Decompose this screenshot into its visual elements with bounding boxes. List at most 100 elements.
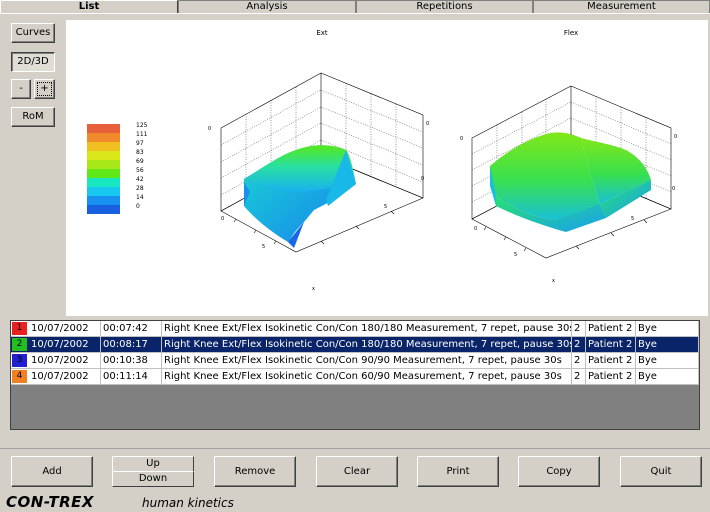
time-cell: 00:08:17 <box>101 337 162 352</box>
view-2d3d-button[interactable]: 2D/3D <box>11 52 55 72</box>
measurement-list[interactable]: 1 10/07/2002 00:07:42 Right Knee Ext/Flex I… <box>10 320 700 430</box>
legend-tick-label: 42 <box>136 176 144 183</box>
up-button[interactable]: Up <box>112 456 194 472</box>
legend-swatch <box>87 124 120 133</box>
doctor-cell: Bye <box>636 337 699 352</box>
quit-button[interactable]: Quit <box>620 456 702 487</box>
ext-chart-title: Ext <box>316 29 328 37</box>
time-cell: 00:11:14 <box>101 369 162 384</box>
date-cell: 10/07/2002 <box>29 321 101 336</box>
row-color-marker: 3 <box>12 354 27 367</box>
flex-z-tick: 0 <box>460 136 463 142</box>
brand-logo: CON-TREX <box>6 493 94 511</box>
remove-button[interactable]: Remove <box>214 456 296 487</box>
tab-measurement[interactable]: Measurement <box>533 0 710 13</box>
legend-swatch <box>87 205 120 214</box>
ext-y-tick: 5 <box>384 204 387 210</box>
patient-id-cell: 2 <box>572 369 586 384</box>
surface-charts: Ext Flex 125 111 97 83 69 56 42 28 14 0 0 0 5 x 5… <box>87 29 677 292</box>
clear-button[interactable]: Clear <box>316 456 398 487</box>
tab-divider <box>0 13 710 14</box>
up-down-buttons: Up Down <box>112 456 194 487</box>
tab-list[interactable]: List <box>0 0 178 13</box>
tab-bar: List Analysis Repetitions Measurement <box>0 0 710 14</box>
tab-label: Repetitions <box>416 1 473 12</box>
date-cell: 10/07/2002 <box>29 337 101 352</box>
copy-button[interactable]: Copy <box>518 456 600 487</box>
flex-chart-title: Flex <box>564 29 578 37</box>
legend-tick-label: 97 <box>136 140 144 147</box>
measurement-row[interactable]: 1 10/07/2002 00:07:42 Right Knee Ext/Flex I… <box>11 321 699 337</box>
legend-swatch <box>87 160 120 169</box>
time-cell: 00:07:42 <box>101 321 162 336</box>
color-legend-ticks: 125 111 97 83 69 56 42 28 14 0 <box>136 122 148 210</box>
add-button[interactable]: Add <box>11 456 93 487</box>
row-color-marker: 2 <box>12 338 27 351</box>
ext-x-tick: 5 <box>262 244 265 250</box>
ext-z-tick: 0 <box>208 126 211 132</box>
description-cell: Right Knee Ext/Flex Isokinetic Con/Con 1… <box>164 337 572 352</box>
flex-z-tick: 0 <box>674 134 677 140</box>
patient-name-cell: Patient 2 <box>586 337 636 352</box>
surface-chart-panel: Ext Flex 125 111 97 83 69 56 42 28 14 0 <box>66 20 708 316</box>
brand-tagline: human kinetics <box>142 496 234 510</box>
divider <box>0 448 710 449</box>
print-button[interactable]: Print <box>417 456 499 487</box>
flex-x-tick: 5 <box>514 252 517 258</box>
rom-button[interactable]: RoM <box>11 107 55 127</box>
legend-tick-label: 28 <box>136 185 144 192</box>
legend-tick-label: 83 <box>136 149 144 156</box>
row-color-marker: 4 <box>12 370 27 383</box>
legend-tick-label: 0 <box>136 203 140 210</box>
doctor-cell: Bye <box>636 353 699 368</box>
ext-y-tick: 0 <box>421 176 424 182</box>
measurement-row[interactable]: 2 10/07/2002 00:08:17 Right Knee Ext/Flex I… <box>11 337 699 353</box>
legend-swatch <box>87 187 120 196</box>
legend-tick-label: 125 <box>136 122 148 129</box>
legend-swatch <box>87 142 120 151</box>
description-cell: Right Knee Ext/Flex Isokinetic Con/Con 9… <box>162 353 572 368</box>
measurement-row[interactable]: 4 10/07/2002 00:11:14 Right Knee Ext/Flex I… <box>11 369 699 385</box>
flex-y-tick: 0 <box>672 186 675 192</box>
patient-name-cell: Patient 2 <box>586 369 636 384</box>
doctor-cell: Bye <box>636 321 699 336</box>
description-cell: Right Knee Ext/Flex Isokinetic Con/Con 1… <box>164 321 572 336</box>
brand-bar: CON-TREX human kinetics <box>4 492 710 512</box>
down-button[interactable]: Down <box>112 471 194 487</box>
legend-swatch <box>87 133 120 142</box>
flex-surface <box>490 132 651 232</box>
legend-swatch <box>87 178 120 187</box>
zoom-in-button[interactable]: + <box>34 79 55 99</box>
patient-name-cell: Patient 2 <box>586 353 636 368</box>
legend-tick-label: 111 <box>136 131 148 138</box>
flex-x-label: x <box>552 278 555 284</box>
color-legend <box>87 124 120 214</box>
curves-button[interactable]: Curves <box>11 23 55 43</box>
tab-label: List <box>78 1 100 12</box>
doctor-cell: Bye <box>636 369 699 384</box>
ext-x-tick: 0 <box>221 216 224 222</box>
patient-id-cell: 2 <box>572 353 586 368</box>
zoom-out-button[interactable]: - <box>11 79 31 99</box>
tab-repetitions[interactable]: Repetitions <box>356 0 533 13</box>
row-color-marker: 1 <box>12 322 27 335</box>
legend-swatch <box>87 151 120 160</box>
legend-swatch <box>87 169 120 178</box>
flex-x-tick: 0 <box>474 226 477 232</box>
legend-tick-label: 69 <box>136 158 144 165</box>
legend-tick-label: 56 <box>136 167 144 174</box>
time-cell: 00:10:38 <box>101 353 162 368</box>
description-cell: Right Knee Ext/Flex Isokinetic Con/Con 6… <box>162 369 572 384</box>
patient-id-cell: 2 <box>572 321 586 336</box>
date-cell: 10/07/2002 <box>29 353 101 368</box>
legend-swatch <box>87 196 120 205</box>
measurement-row[interactable]: 3 10/07/2002 00:10:38 Right Knee Ext/Flex I… <box>11 353 699 369</box>
patient-id-cell: 2 <box>572 337 586 352</box>
patient-name-cell: Patient 2 <box>586 321 636 336</box>
flex-y-tick: 5 <box>631 216 634 222</box>
date-cell: 10/07/2002 <box>29 369 101 384</box>
ext-x-label: x <box>312 286 315 292</box>
tab-analysis[interactable]: Analysis <box>178 0 356 13</box>
ext-z-tick: 0 <box>426 121 429 127</box>
legend-tick-label: 14 <box>136 194 144 201</box>
